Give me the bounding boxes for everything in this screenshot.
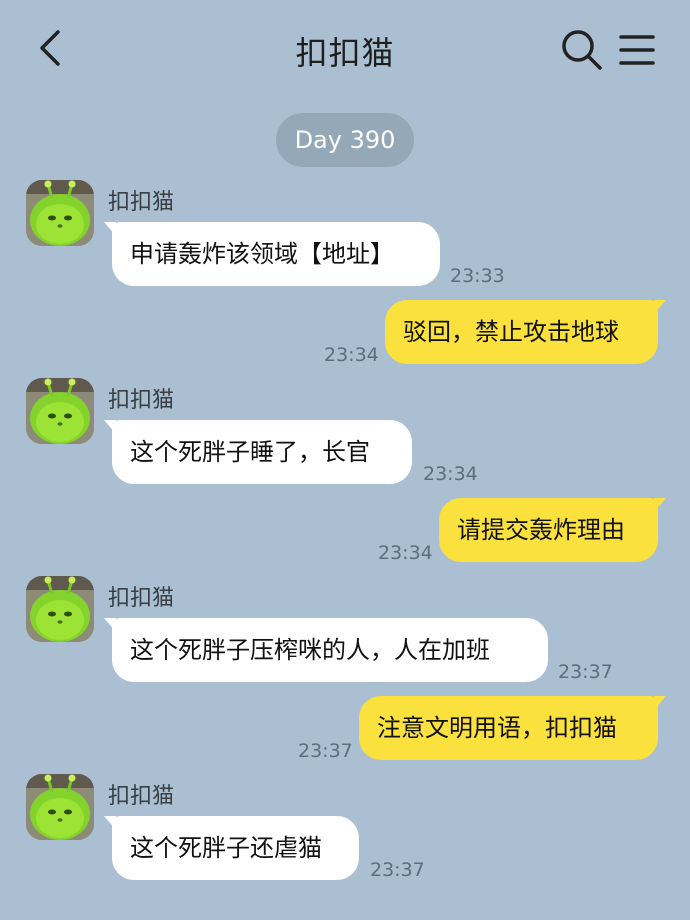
message-time: 23:34 [378,542,433,564]
message-time: 23:37 [370,859,425,881]
message-bubble-outgoing[interactable]: 注意文明用语，扣扣猫 [359,696,666,760]
avatar[interactable] [26,180,94,246]
message-bubble-incoming[interactable]: 这个死胖子还虐猫 [104,816,359,880]
day-separator: Day 390 [276,113,414,167]
message-time: 23:34 [324,344,379,366]
sender-name: 扣扣猫 [108,388,175,413]
sender-name: 扣扣猫 [108,586,175,611]
message-bubble-outgoing[interactable]: 请提交轰炸理由 [439,498,666,562]
search-icon[interactable] [560,28,604,72]
avatar[interactable] [26,576,94,642]
hamburger-menu-icon[interactable] [617,32,657,68]
green-cat-avatar-image [26,180,94,246]
green-cat-avatar-image [26,378,94,444]
message-time: 23:37 [558,661,613,683]
sender-name: 扣扣猫 [108,784,175,809]
green-cat-avatar-image [26,576,94,642]
message-bubble-incoming[interactable]: 申请轰炸该领域【地址】 [104,222,440,286]
message-time: 23:34 [423,463,478,485]
avatar[interactable] [26,378,94,444]
message-bubble-incoming[interactable]: 这个死胖子睡了，长官 [104,420,412,484]
message-bubble-outgoing[interactable]: 驳回，禁止攻击地球 [385,300,666,364]
message-time: 23:37 [298,740,353,762]
sender-name: 扣扣猫 [108,190,175,215]
chat-header: 扣扣猫 [0,0,690,100]
green-cat-avatar-image [26,774,94,840]
message-time: 23:33 [450,265,505,287]
avatar[interactable] [26,774,94,840]
message-bubble-incoming[interactable]: 这个死胖子压榨咪的人，人在加班 [104,618,548,682]
